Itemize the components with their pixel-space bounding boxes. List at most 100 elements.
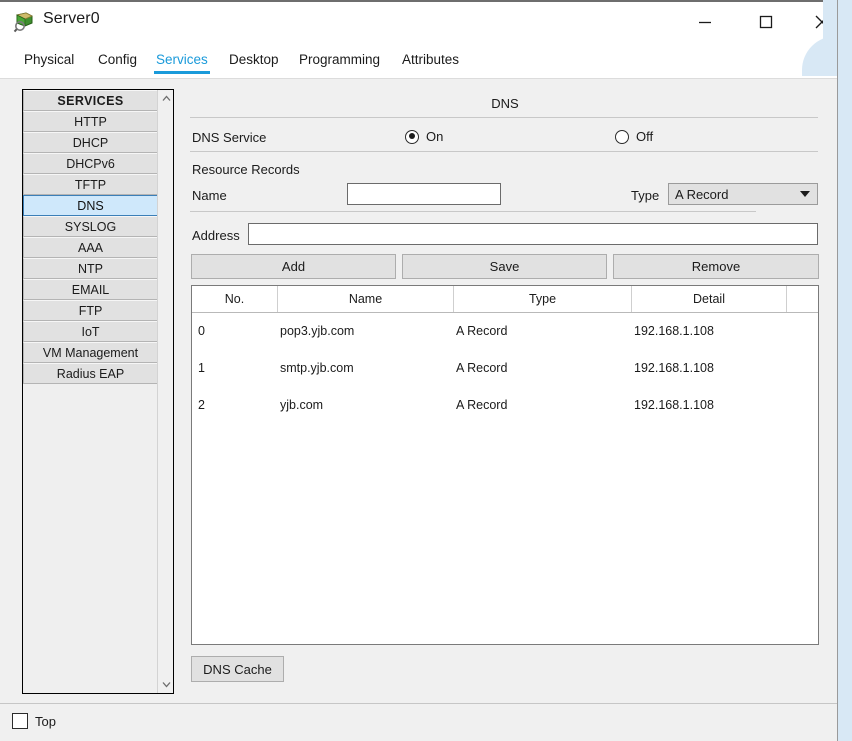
sidebar-item-syslog[interactable]: SYSLOG (23, 216, 158, 237)
cell-no: 0 (198, 324, 205, 338)
cell-detail: 192.168.1.108 (634, 361, 714, 375)
dns-cache-button-label: DNS Cache (203, 661, 272, 677)
column-header-type[interactable]: Type (454, 286, 632, 312)
tab-attributes[interactable]: Attributes (400, 40, 461, 78)
table-row[interactable]: 1 smtp.yjb.com A Record 192.168.1.108 (192, 350, 818, 387)
tab-label: Desktop (229, 51, 279, 67)
name-input[interactable] (347, 183, 501, 205)
table-row[interactable]: 0 pop3.yjb.com A Record 192.168.1.108 (192, 313, 818, 350)
services-list: SERVICES HTTP DHCP DHCPv6 TFTP DNS SYSLO… (23, 90, 158, 693)
dns-service-label: DNS Service (192, 130, 267, 145)
tab-services[interactable]: Services (154, 40, 210, 78)
page-title: DNS (491, 96, 519, 111)
maximize-button[interactable] (743, 2, 789, 42)
sidebar-item-http[interactable]: HTTP (23, 111, 158, 132)
tab-config[interactable]: Config (96, 40, 139, 78)
cell-name: smtp.yjb.com (280, 361, 354, 375)
sidebar-item-iot[interactable]: IoT (23, 321, 158, 342)
column-header-no[interactable]: No. (192, 286, 278, 312)
sidebar-item-label: AAA (77, 240, 103, 255)
column-header-name[interactable]: Name (278, 286, 454, 312)
tab-bar: Physical Config Services Desktop Program… (0, 40, 837, 78)
remove-button[interactable]: Remove (613, 254, 819, 279)
column-header-detail[interactable]: Detail (632, 286, 787, 312)
type-dropdown[interactable]: A Record (668, 183, 818, 205)
sidebar-scrollbar[interactable] (157, 90, 173, 693)
sidebar-item-label: NTP (78, 261, 103, 276)
remove-button-label: Remove (691, 259, 741, 274)
sidebar-item-dns[interactable]: DNS (23, 195, 158, 216)
sidebar-item-ftp[interactable]: FTP (23, 300, 158, 321)
app-root: Server0 Physical Config Services Desktop… (0, 0, 852, 741)
sidebar-item-vm-management[interactable]: VM Management (23, 342, 158, 363)
dns-records-table: No. Name Type Detail 0 pop3.yjb.com A Re… (191, 285, 819, 645)
sidebar-item-label: EMAIL (71, 282, 110, 297)
sidebar-item-label: VM Management (42, 345, 139, 360)
sidebar-item-dhcp[interactable]: DHCP (23, 132, 158, 153)
active-tab-underline (154, 71, 210, 74)
dns-cache-button[interactable]: DNS Cache (191, 656, 284, 682)
address-input[interactable] (248, 223, 818, 245)
type-label: Type (631, 188, 660, 203)
sidebar-header-label: SERVICES (57, 93, 124, 108)
cell-type: A Record (456, 324, 508, 338)
table-row[interactable]: 2 yjb.com A Record 192.168.1.108 (192, 387, 818, 424)
dns-service-on-radio[interactable]: On (405, 129, 443, 144)
radio-off-label: Off (636, 129, 654, 144)
dns-service-off-radio[interactable]: Off (615, 129, 653, 144)
column-label: Name (348, 292, 383, 306)
scroll-down-icon[interactable] (158, 676, 174, 693)
sidebar-item-aaa[interactable]: AAA (23, 237, 158, 258)
tab-label: Config (98, 51, 138, 67)
resource-records-label: Resource Records (192, 162, 300, 177)
divider-after-service (190, 151, 818, 152)
tab-programming[interactable]: Programming (297, 40, 382, 78)
minimize-button[interactable] (682, 2, 728, 42)
table-header-row: No. Name Type Detail (192, 286, 818, 313)
sidebar-item-radius-eap[interactable]: Radius EAP (23, 363, 158, 384)
tab-label: Attributes (402, 51, 460, 67)
sidebar-empty-space (23, 384, 158, 405)
sidebar-item-label: DHCPv6 (66, 156, 115, 171)
tab-desktop[interactable]: Desktop (227, 40, 281, 78)
sidebar-item-email[interactable]: EMAIL (23, 279, 158, 300)
save-button[interactable]: Save (402, 254, 607, 279)
cell-no: 1 (198, 361, 205, 375)
cell-name: yjb.com (280, 398, 324, 412)
sidebar-item-dhcpv6[interactable]: DHCPv6 (23, 153, 158, 174)
title-bar: Server0 (0, 0, 837, 42)
divider-after-name (190, 211, 756, 212)
top-checkbox[interactable]: Top (12, 713, 56, 729)
desktop-background (838, 0, 852, 741)
content-area: SERVICES HTTP DHCP DHCPv6 TFTP DNS SYSLO… (0, 78, 837, 703)
column-label: Type (528, 292, 557, 306)
sidebar-item-label: HTTP (74, 114, 107, 129)
divider-top (190, 117, 818, 118)
add-button[interactable]: Add (191, 254, 396, 279)
address-label: Address (192, 228, 240, 243)
cell-name: pop3.yjb.com (280, 324, 355, 338)
cell-no: 2 (198, 398, 205, 412)
column-header-spacer (787, 286, 818, 312)
chevron-down-icon (800, 191, 810, 197)
sidebar-item-ntp[interactable]: NTP (23, 258, 158, 279)
top-checkbox-label: Top (35, 713, 56, 729)
tab-label: Programming (299, 51, 381, 67)
cell-detail: 192.168.1.108 (634, 398, 714, 412)
table-body: 0 pop3.yjb.com A Record 192.168.1.108 1 … (192, 313, 818, 424)
status-bar: Top (0, 703, 837, 741)
cell-type: A Record (456, 398, 508, 412)
sidebar-item-label: TFTP (74, 177, 107, 192)
tab-physical[interactable]: Physical (22, 40, 76, 78)
sidebar-item-label: FTP (78, 303, 103, 318)
name-label: Name (192, 188, 227, 203)
radio-off-icon (615, 129, 629, 144)
type-dropdown-value: A Record (675, 186, 729, 202)
server-device-icon (13, 11, 35, 33)
sidebar-item-label: IoT (81, 324, 100, 339)
window-title: Server0 (43, 10, 100, 27)
services-sidebar: SERVICES HTTP DHCP DHCPv6 TFTP DNS SYSLO… (22, 89, 174, 694)
scroll-up-icon[interactable] (158, 90, 174, 107)
sidebar-item-tftp[interactable]: TFTP (23, 174, 158, 195)
save-button-label: Save (489, 259, 520, 274)
